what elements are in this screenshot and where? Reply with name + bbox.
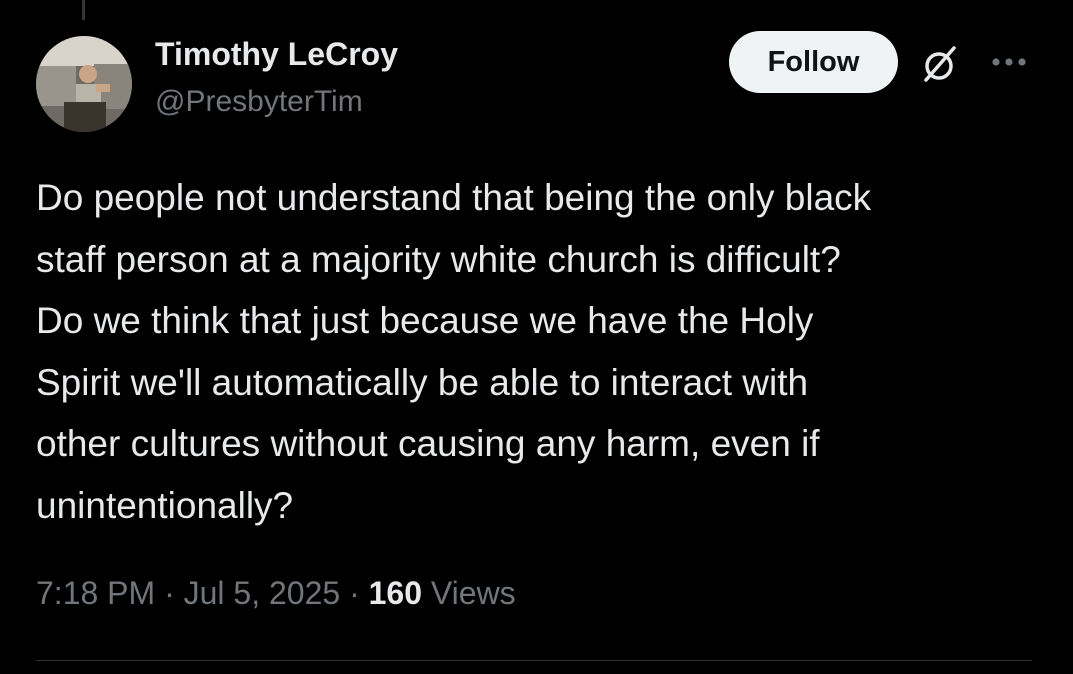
meta-separator: · [164, 575, 175, 611]
author-handle[interactable]: @PresbyterTim [155, 85, 363, 119]
more-options-icon[interactable] [990, 50, 1030, 74]
thread-connector-line [82, 0, 85, 20]
author-name[interactable]: Timothy LeCroy [155, 36, 398, 73]
follow-button[interactable]: Follow [729, 31, 898, 93]
grok-icon[interactable] [920, 44, 960, 84]
avatar[interactable] [36, 36, 132, 132]
meta-separator: · [349, 575, 360, 611]
tweet-text: Do people not understand that being the … [36, 177, 872, 526]
tweet-date[interactable]: Jul 5, 2025 [184, 575, 341, 611]
views-count[interactable]: 160 [369, 575, 422, 611]
divider [36, 660, 1032, 661]
tweet-meta: 7:18 PM · Jul 5, 2025 · 160 Views [36, 575, 516, 612]
views-label: Views [430, 575, 516, 611]
tweet-time[interactable]: 7:18 PM [36, 575, 155, 611]
profile-photo [36, 36, 132, 132]
